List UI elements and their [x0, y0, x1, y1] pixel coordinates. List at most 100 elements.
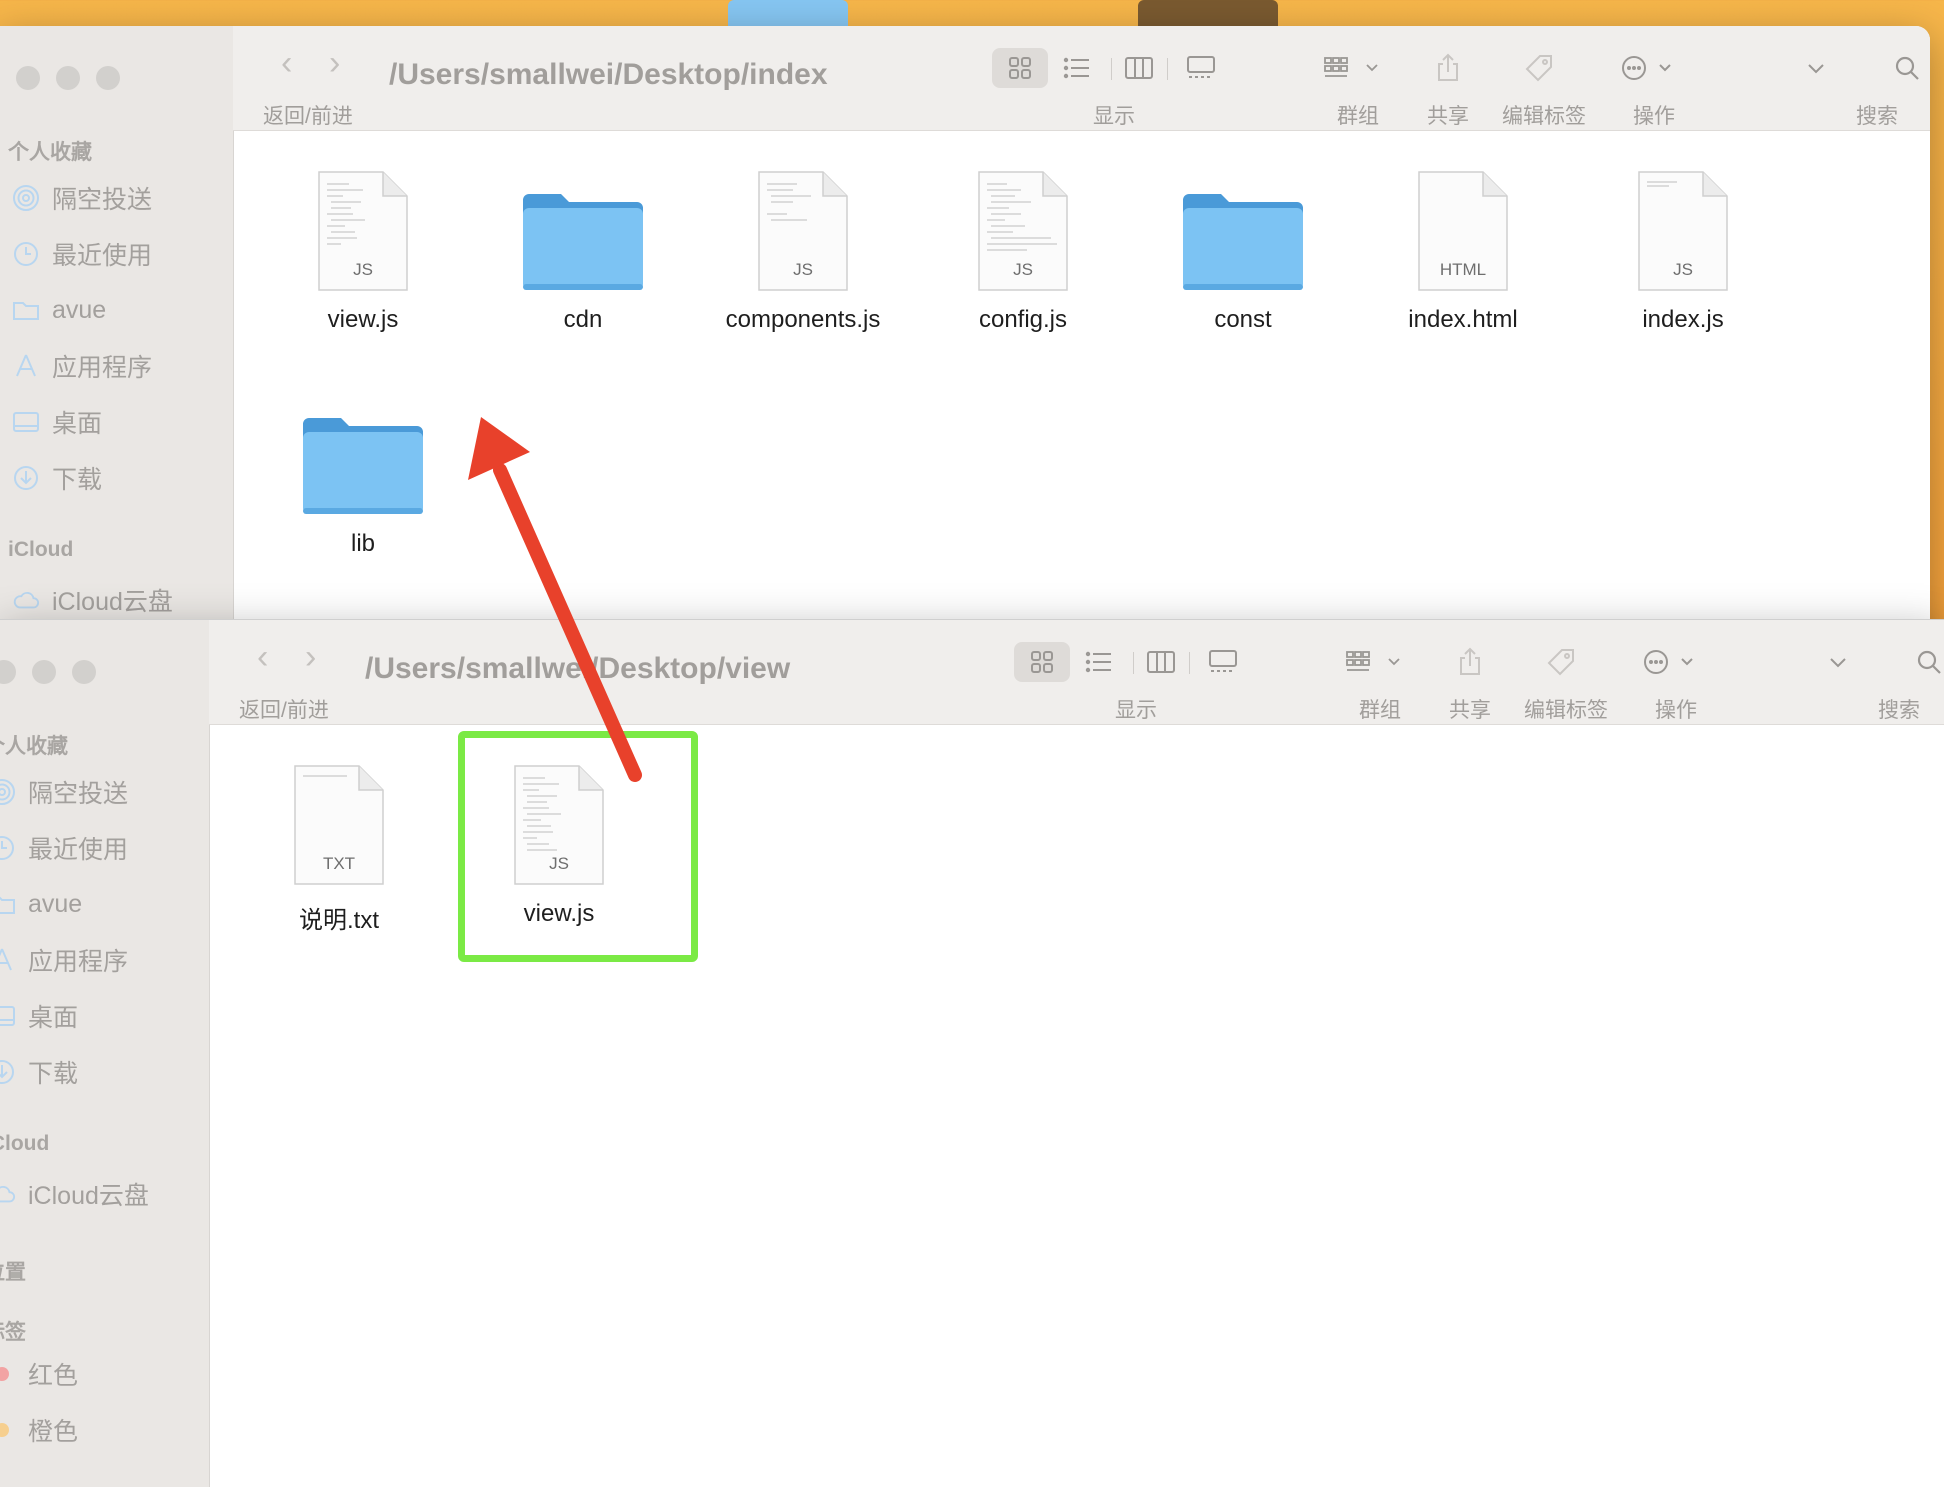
window-controls	[0, 660, 96, 684]
search-button[interactable]	[1901, 642, 1944, 682]
view-label: 显示	[1093, 105, 1135, 128]
sidebar-item-label: iCloud云盘	[52, 588, 173, 616]
column-view-button[interactable]	[1133, 642, 1189, 682]
sidebar-item-applications[interactable]: 应用程序	[0, 938, 128, 982]
file-item-cdn[interactable]: cdn	[483, 152, 683, 334]
cloud-icon	[0, 1182, 16, 1206]
sidebar-item-tag-orange[interactable]: 橙色	[0, 1408, 78, 1452]
sidebar-item-airdrop[interactable]: 隔空投送	[0, 770, 128, 814]
search-label: 搜索	[1878, 699, 1920, 722]
file-item-lib[interactable]: lib	[263, 376, 463, 558]
share-button[interactable]	[1442, 642, 1498, 682]
path-title: /Users/smallwei/Desktop/view	[365, 652, 791, 685]
file-item-readme-txt[interactable]: TXT 说明.txt	[239, 746, 439, 935]
sidebar-item-avue[interactable]: avue	[12, 288, 106, 332]
group-button[interactable]	[1339, 642, 1411, 682]
icon-view-button[interactable]	[992, 48, 1048, 88]
zoom-window-button[interactable]	[72, 660, 96, 684]
sidebar: 个人收藏 隔空投送 最近使用 avue 应用程序 桌面 下载 iCloud	[0, 26, 234, 656]
share-label: 共享	[1427, 105, 1469, 128]
folder-icon	[12, 296, 40, 324]
action-button[interactable]	[1636, 642, 1708, 682]
sidebar-item-icloud-drive[interactable]: iCloud云盘	[12, 578, 173, 622]
action-button[interactable]	[1614, 48, 1686, 88]
sidebar-item-label: 橙色	[28, 1418, 79, 1446]
toolbar: ‹ › /Users/smallwei/Desktop/index 返回/前进 …	[233, 26, 1930, 131]
sidebar-section-icloud: iCloud	[0, 1132, 50, 1155]
group-label: 群组	[1337, 105, 1379, 128]
folder-icon	[0, 890, 16, 918]
applications-icon	[0, 946, 16, 974]
more-chevron-button[interactable]	[1788, 48, 1844, 88]
minimize-window-button[interactable]	[56, 66, 80, 90]
zoom-window-button[interactable]	[96, 66, 120, 90]
download-icon	[12, 464, 40, 492]
sidebar-item-label: 隔空投送	[28, 780, 129, 808]
tags-label: 编辑标签	[1502, 105, 1586, 128]
file-grid: JS view.js cdn JS components.js JS confi…	[234, 131, 1930, 656]
close-window-button[interactable]	[16, 66, 40, 90]
search-button[interactable]	[1879, 48, 1930, 88]
share-button[interactable]	[1420, 48, 1476, 88]
sidebar-item-downloads[interactable]: 下载	[0, 1050, 78, 1094]
sidebar-item-recents[interactable]: 最近使用	[0, 826, 128, 870]
clock-icon	[12, 240, 40, 268]
file-item-index-html[interactable]: HTML index.html	[1363, 152, 1563, 334]
desktop-icon	[12, 408, 40, 436]
share-label: 共享	[1449, 699, 1491, 722]
toolbar: ‹ › /Users/smallwei/Desktop/view 返回/前进 显…	[209, 620, 1944, 725]
tag-button[interactable]	[1533, 642, 1589, 682]
column-view-button[interactable]	[1111, 48, 1167, 88]
more-chevron-button[interactable]	[1810, 642, 1866, 682]
sidebar-item-label: 最近使用	[28, 836, 129, 864]
action-label: 操作	[1633, 105, 1675, 128]
list-view-button[interactable]	[1071, 642, 1127, 682]
forward-button[interactable]: ›	[305, 640, 316, 674]
sidebar-item-desktop[interactable]: 桌面	[0, 994, 78, 1038]
minimize-window-button[interactable]	[32, 660, 56, 684]
sidebar-item-avue[interactable]: avue	[0, 882, 82, 926]
highlight-box	[458, 731, 698, 962]
list-view-button[interactable]	[1049, 48, 1105, 88]
gallery-view-button[interactable]	[1195, 642, 1251, 682]
sidebar-item-applications[interactable]: 应用程序	[12, 344, 152, 388]
file-item-const[interactable]: const	[1143, 152, 1343, 334]
file-item-view-js[interactable]: JS view.js	[263, 152, 463, 334]
sidebar-item-label: 应用程序	[52, 354, 153, 382]
gallery-view-button[interactable]	[1173, 48, 1229, 88]
toolbar-divider	[1167, 58, 1168, 80]
window-controls	[16, 66, 120, 90]
file-item-index-js[interactable]: JS index.js	[1583, 152, 1783, 334]
tag-button[interactable]	[1511, 48, 1567, 88]
sidebar-item-label: avue	[52, 295, 107, 324]
js-file-icon: JS	[757, 170, 849, 292]
sidebar-item-tag-red[interactable]: 红色	[0, 1352, 78, 1396]
sidebar-item-label: 应用程序	[28, 948, 129, 976]
sidebar-item-desktop[interactable]: 桌面	[12, 400, 102, 444]
sidebar-item-label: 红色	[28, 1362, 79, 1390]
txt-file-icon: TXT	[293, 764, 385, 886]
download-icon	[0, 1058, 16, 1086]
sidebar-item-airdrop[interactable]: 隔空投送	[12, 176, 152, 220]
close-window-button[interactable]	[0, 660, 16, 684]
sidebar-item-recents[interactable]: 最近使用	[12, 232, 152, 276]
file-item-components-js[interactable]: JS components.js	[703, 152, 903, 334]
back-button[interactable]: ‹	[257, 640, 268, 674]
back-button[interactable]: ‹	[281, 46, 292, 80]
cloud-icon	[12, 588, 40, 612]
sidebar-item-label: 桌面	[52, 410, 103, 438]
finder-window-index: 个人收藏 隔空投送 最近使用 avue 应用程序 桌面 下载 iCloud iC…	[0, 26, 1930, 656]
sidebar-item-label: avue	[28, 889, 83, 918]
icon-view-button[interactable]	[1014, 642, 1070, 682]
tags-label: 编辑标签	[1524, 699, 1608, 722]
html-file-icon: HTML	[1417, 170, 1509, 292]
file-item-config-js[interactable]: JS config.js	[923, 152, 1123, 334]
sidebar-section-locations: 位置	[0, 1261, 26, 1284]
sidebar-item-icloud-drive[interactable]: iCloud云盘	[0, 1172, 149, 1216]
js-file-icon: JS	[977, 170, 1069, 292]
forward-button[interactable]: ›	[329, 46, 340, 80]
js-file-icon: JS	[1637, 170, 1729, 292]
sidebar-item-label: 下载	[28, 1060, 79, 1088]
group-button[interactable]	[1317, 48, 1389, 88]
sidebar-item-downloads[interactable]: 下载	[12, 456, 102, 500]
